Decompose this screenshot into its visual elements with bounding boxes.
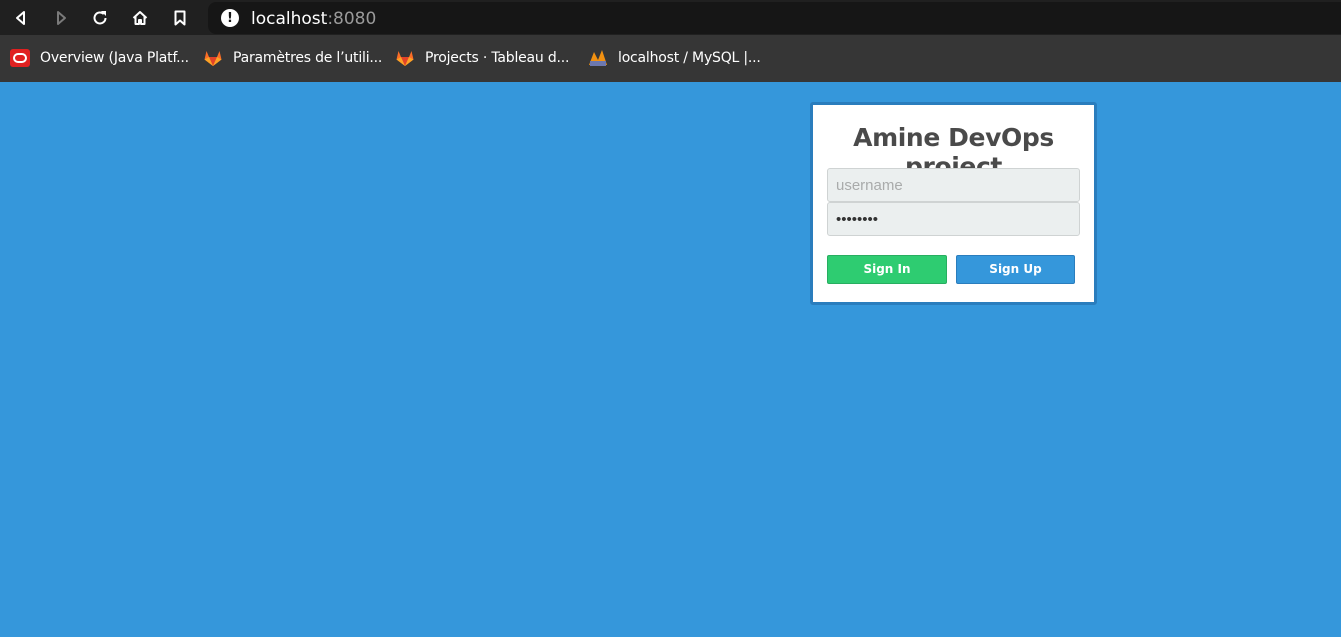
back-button[interactable] (9, 6, 33, 30)
oracle-icon (10, 48, 30, 68)
login-card: Amine DevOps project Sign In Sign Up (810, 102, 1097, 305)
forward-button[interactable] (49, 6, 73, 30)
phpmyadmin-icon (588, 48, 608, 68)
reload-icon (93, 11, 107, 25)
url-host: localhost (251, 9, 328, 29)
back-icon (16, 11, 25, 25)
bookmark-phpmyadmin[interactable]: localhost / MySQL |... (588, 47, 761, 69)
bookmark-label: Paramètres de l’utili... (233, 50, 383, 66)
username-input[interactable] (827, 168, 1080, 202)
gitlab-icon (395, 48, 415, 68)
home-icon (132, 11, 148, 25)
bookmark-gitlab-settings[interactable]: Paramètres de l’utili... (203, 47, 382, 69)
bookmark-label: Overview (Java Platf... (40, 50, 189, 66)
home-button[interactable] (128, 6, 152, 30)
forward-icon (57, 11, 66, 25)
password-input[interactable] (827, 202, 1080, 236)
browser-toolbar: ! localhost:8080 (0, 0, 1341, 35)
site-info-icon[interactable]: ! (221, 9, 239, 27)
bookmark-label: localhost / MySQL |... (618, 50, 761, 66)
bookmark-icon (174, 10, 186, 26)
url-port: :8080 (327, 9, 377, 29)
sign-up-button[interactable]: Sign Up (956, 255, 1075, 284)
bookmark-button[interactable] (168, 6, 192, 30)
bookmarks-bar: Overview (Java Platf... Paramètres de l’… (0, 35, 1341, 82)
bookmark-label: Projects · Tableau d... (425, 50, 570, 66)
url-text[interactable]: localhost:8080 (251, 9, 376, 29)
address-bar[interactable]: ! localhost:8080 (208, 2, 1341, 34)
reload-button[interactable] (88, 6, 112, 30)
bookmark-java-overview[interactable]: Overview (Java Platf... (10, 47, 189, 69)
sign-in-button[interactable]: Sign In (827, 255, 947, 284)
gitlab-icon (203, 48, 223, 68)
bookmark-gitlab-projects[interactable]: Projects · Tableau d... (395, 47, 569, 69)
